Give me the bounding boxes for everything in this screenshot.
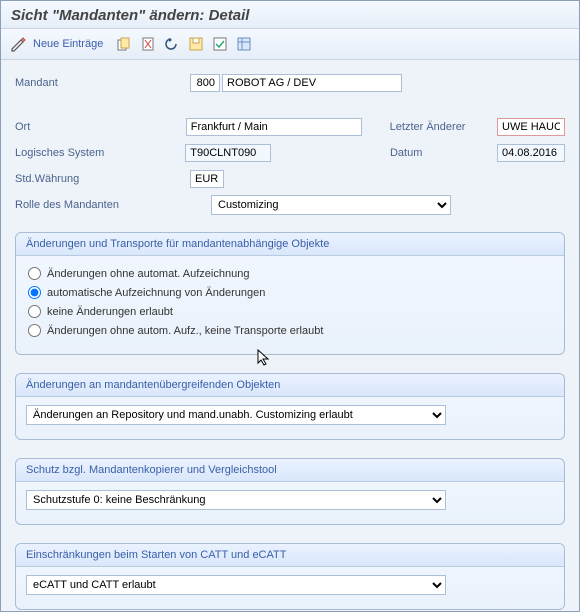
input-mandant-nr[interactable] <box>190 74 220 92</box>
group-catt: Einschränkungen beim Starten von CATT un… <box>15 543 565 610</box>
delete-icon[interactable] <box>139 35 157 53</box>
radio-opt-1[interactable]: automatische Aufzeichnung von Änderungen <box>26 283 554 302</box>
content-area: Mandant Ort Letzter Änderer Logisches Sy… <box>1 60 579 612</box>
label-logsys: Logisches System <box>15 147 185 159</box>
group-cross-client: Änderungen an mandantenübergreifenden Ob… <box>15 373 565 440</box>
window-title: Sicht "Mandanten" ändern: Detail <box>1 1 579 29</box>
group-title-1: Änderungen und Transporte für mandantena… <box>16 233 564 256</box>
label-stdwaehrung: Std.Währung <box>15 173 190 185</box>
radio-opt-2[interactable]: keine Änderungen erlaubt <box>26 302 554 321</box>
input-logsys[interactable] <box>185 144 271 162</box>
table-settings-icon[interactable] <box>235 35 253 53</box>
group-changes-transports: Änderungen und Transporte für mandantena… <box>15 232 565 355</box>
group-protection: Schutz bzgl. Mandantenkopierer und Vergl… <box>15 458 565 525</box>
sap-window: Sicht "Mandanten" ändern: Detail Neue Ei… <box>0 0 580 612</box>
label-ort: Ort <box>15 121 186 133</box>
copy-icon[interactable] <box>115 35 133 53</box>
toggle-display-change-icon[interactable] <box>9 35 27 53</box>
select-catt[interactable]: eCATT und CATT erlaubt <box>26 575 446 595</box>
select-rolle[interactable]: Customizing <box>211 195 451 215</box>
input-stdwaehrung[interactable] <box>190 170 224 188</box>
save-icon[interactable] <box>187 35 205 53</box>
label-last-changer: Letzter Änderer <box>390 121 497 133</box>
radio-opt-0[interactable]: Änderungen ohne automat. Aufzeichnung <box>26 264 554 283</box>
group-title-2: Änderungen an mandantenübergreifenden Ob… <box>16 374 564 397</box>
label-rolle: Rolle des Mandanten <box>15 199 211 211</box>
input-last-changer[interactable] <box>497 118 565 136</box>
group-title-3: Schutz bzgl. Mandantenkopierer und Vergl… <box>16 459 564 482</box>
undo-icon[interactable] <box>163 35 181 53</box>
input-date <box>497 144 565 162</box>
new-entries-button[interactable]: Neue Einträge <box>33 38 103 50</box>
input-mandant-name[interactable] <box>222 74 402 92</box>
label-date: Datum <box>390 147 497 159</box>
select-cross-client[interactable]: Änderungen an Repository und mand.unabh.… <box>26 405 446 425</box>
group-title-4: Einschränkungen beim Starten von CATT un… <box>16 544 564 567</box>
select-protection[interactable]: Schutzstufe 0: keine Beschränkung <box>26 490 446 510</box>
label-mandant: Mandant <box>15 77 190 89</box>
radio-opt-3[interactable]: Änderungen ohne autom. Aufz., keine Tran… <box>26 321 554 340</box>
toolbar: Neue Einträge <box>1 29 579 60</box>
select-icon[interactable] <box>211 35 229 53</box>
input-ort[interactable] <box>186 118 362 136</box>
